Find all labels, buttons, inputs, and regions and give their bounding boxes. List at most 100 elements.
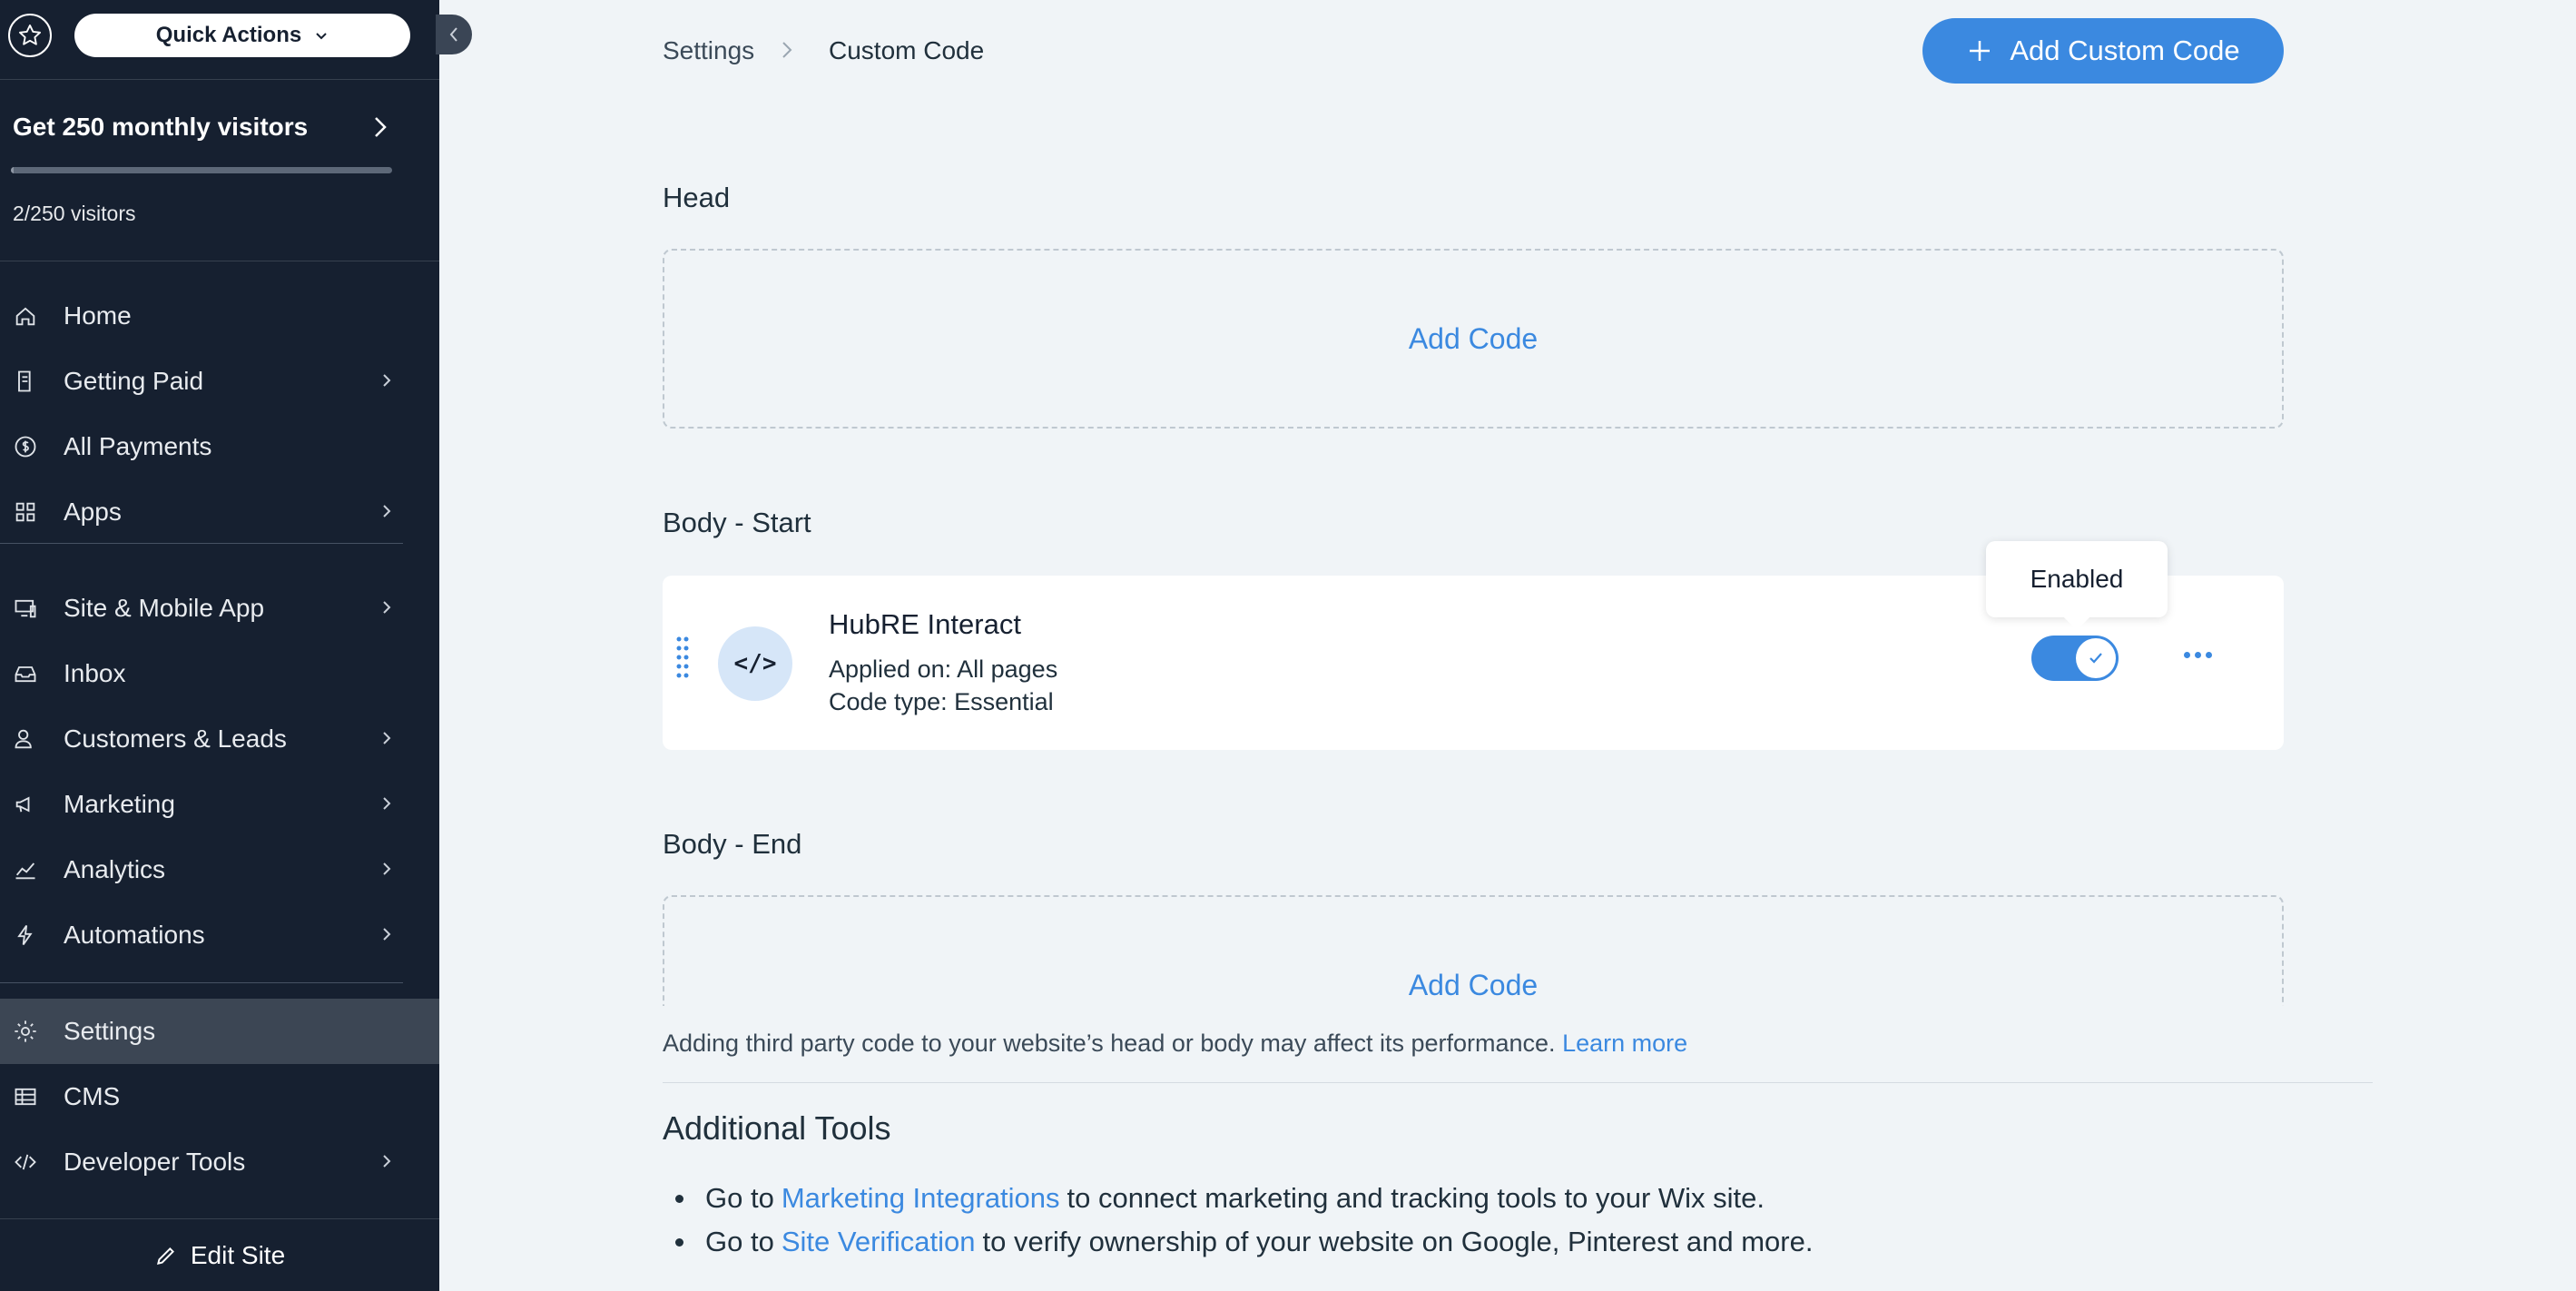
- warning-text: Adding third party code to your website’…: [663, 1030, 1556, 1057]
- add-custom-code-button[interactable]: Add Custom Code: [1922, 18, 2284, 84]
- dollar-icon: [15, 436, 36, 458]
- enabled-tooltip: Enabled: [1986, 541, 2168, 631]
- main-content: Settings Custom Code Add Custom Code Hea…: [439, 0, 2576, 1291]
- sidebar-item-getting-paid[interactable]: Getting Paid: [0, 349, 439, 414]
- sidebar-item-analytics[interactable]: Analytics: [0, 837, 439, 902]
- promo-title: Get 250 monthly visitors: [13, 113, 309, 141]
- pencil-icon: [156, 1247, 174, 1265]
- sidebar-item-customers-leads[interactable]: Customers & Leads: [0, 706, 439, 772]
- sidebar-item-label: Automations: [64, 921, 205, 949]
- sidebar-item-label: Developer Tools: [64, 1148, 246, 1176]
- sidebar-item-all-payments[interactable]: All Payments: [0, 414, 439, 479]
- tooltip-text: Enabled: [2030, 565, 2124, 593]
- sidebar-item-cms[interactable]: CMS: [0, 1064, 439, 1129]
- sidebar-item-apps[interactable]: Apps: [0, 479, 439, 545]
- breadcrumb-settings[interactable]: Settings: [663, 36, 754, 65]
- chevron-right-icon: [383, 862, 391, 875]
- chevron-right-icon: [383, 928, 391, 941]
- footer-area: Adding third party code to your website’…: [439, 1006, 2576, 1291]
- site-verification-link[interactable]: Site Verification: [782, 1226, 976, 1258]
- tool-suffix: to connect marketing and tracking tools …: [1067, 1182, 1765, 1214]
- chevron-right-icon: [383, 732, 391, 744]
- section-title-head: Head: [663, 182, 731, 213]
- sidebar-item-label: Home: [64, 301, 132, 330]
- divider: [663, 1082, 2373, 1083]
- drag-handle-icon[interactable]: [675, 636, 690, 679]
- sidebar-item-label: Analytics: [64, 855, 166, 883]
- section-title-body-end: Body - End: [663, 828, 802, 860]
- chevron-right-icon: [782, 42, 792, 58]
- chevron-right-icon: [383, 505, 391, 517]
- promo-subtitle: 2/250 visitors: [13, 202, 136, 225]
- edit-site-label: Edit Site: [190, 1240, 286, 1269]
- additional-tools-title: Additional Tools: [663, 1109, 891, 1147]
- learn-more-link[interactable]: Learn more: [1562, 1030, 1687, 1057]
- breadcrumb-current: Custom Code: [829, 36, 985, 64]
- divider: [0, 982, 403, 983]
- marketing-integrations-link[interactable]: Marketing Integrations: [782, 1182, 1060, 1215]
- sidebar-item-settings[interactable]: Settings: [0, 999, 439, 1064]
- code-item-applied-on: Applied on: All pages: [829, 655, 1058, 683]
- star-icon[interactable]: [8, 14, 52, 57]
- sidebar-item-inbox[interactable]: Inbox: [0, 641, 439, 706]
- gear-icon: [15, 1020, 36, 1042]
- list-item: Go to Marketing Integrations to connect …: [663, 1182, 1765, 1215]
- chevron-down-icon: [316, 33, 327, 40]
- sidebar-header: Quick Actions: [0, 0, 439, 80]
- people-icon: [15, 729, 32, 749]
- code-icon: </>: [718, 626, 792, 701]
- tool-suffix: to verify ownership of your website on G…: [982, 1226, 1814, 1257]
- chevron-right-icon: [383, 797, 391, 810]
- sidebar-item-label: Customers & Leads: [64, 724, 287, 753]
- visitors-promo[interactable]: Get 250 monthly visitors 2/250 visitors: [0, 80, 439, 261]
- toggle-knob: [2076, 638, 2116, 678]
- sidebar-item-label: Settings: [64, 1017, 156, 1045]
- chevron-left-icon: [449, 27, 457, 42]
- plus-icon: [1970, 41, 1991, 61]
- chevron-right-icon: [383, 601, 391, 614]
- list-item: Go to Site Verification to verify owners…: [663, 1226, 1813, 1258]
- chevron-right-icon: [383, 374, 391, 387]
- visitors-progress-bar: [11, 167, 392, 173]
- sidebar-item-developer-tools[interactable]: Developer Tools: [0, 1129, 439, 1195]
- home-icon: [15, 307, 35, 326]
- add-custom-code-label: Add Custom Code: [2010, 34, 2240, 66]
- chevron-right-icon: [375, 117, 387, 137]
- devices-icon: [15, 599, 36, 618]
- edit-site-button[interactable]: Edit Site: [0, 1218, 439, 1291]
- progress-fill: [11, 167, 15, 173]
- inbox-icon: [15, 666, 36, 683]
- section-title-body-start: Body - Start: [663, 507, 811, 538]
- sidebar-item-site-mobile-app[interactable]: Site & Mobile App: [0, 576, 439, 641]
- add-code-label: Add Code: [1408, 321, 1539, 355]
- tool-prefix: Go to: [705, 1226, 774, 1257]
- sidebar-item-label: Inbox: [64, 659, 126, 687]
- chevron-right-icon: [383, 1155, 391, 1168]
- sidebar-item-automations[interactable]: Automations: [0, 902, 439, 968]
- quick-actions-button[interactable]: Quick Actions: [74, 14, 410, 57]
- more-actions-button[interactable]: [2184, 652, 2212, 658]
- sidebar: Quick Actions Get 250 monthly visitors 2…: [0, 0, 472, 1291]
- code-item-name: HubRE Interact: [829, 608, 1021, 640]
- sidebar-item-home[interactable]: Home: [0, 283, 439, 349]
- sidebar-item-label: Getting Paid: [64, 367, 204, 395]
- enabled-toggle[interactable]: [2031, 636, 2119, 681]
- performance-warning: Adding third party code to your website’…: [663, 1030, 1687, 1058]
- divider: [0, 543, 403, 544]
- check-icon: [2089, 653, 2102, 664]
- sidebar-item-label: Apps: [64, 498, 122, 526]
- sidebar-item-label: Site & Mobile App: [64, 594, 265, 622]
- quick-actions-label: Quick Actions: [155, 23, 302, 47]
- receipt-icon: [18, 370, 31, 392]
- add-code-label: Add Code: [1408, 968, 1539, 1001]
- megaphone-icon: [15, 796, 30, 813]
- tool-prefix: Go to: [705, 1182, 774, 1214]
- code-item-code-type: Code type: Essential: [829, 688, 1054, 715]
- add-code-head-button[interactable]: Add Code: [663, 249, 2284, 429]
- sidebar-item-marketing[interactable]: Marketing: [0, 772, 439, 837]
- sidebar-item-label: Marketing: [64, 790, 175, 818]
- code-icon: [15, 1154, 36, 1170]
- bolt-icon: [17, 924, 33, 946]
- sidebar-item-label: CMS: [64, 1082, 121, 1110]
- chart-icon: [15, 862, 35, 880]
